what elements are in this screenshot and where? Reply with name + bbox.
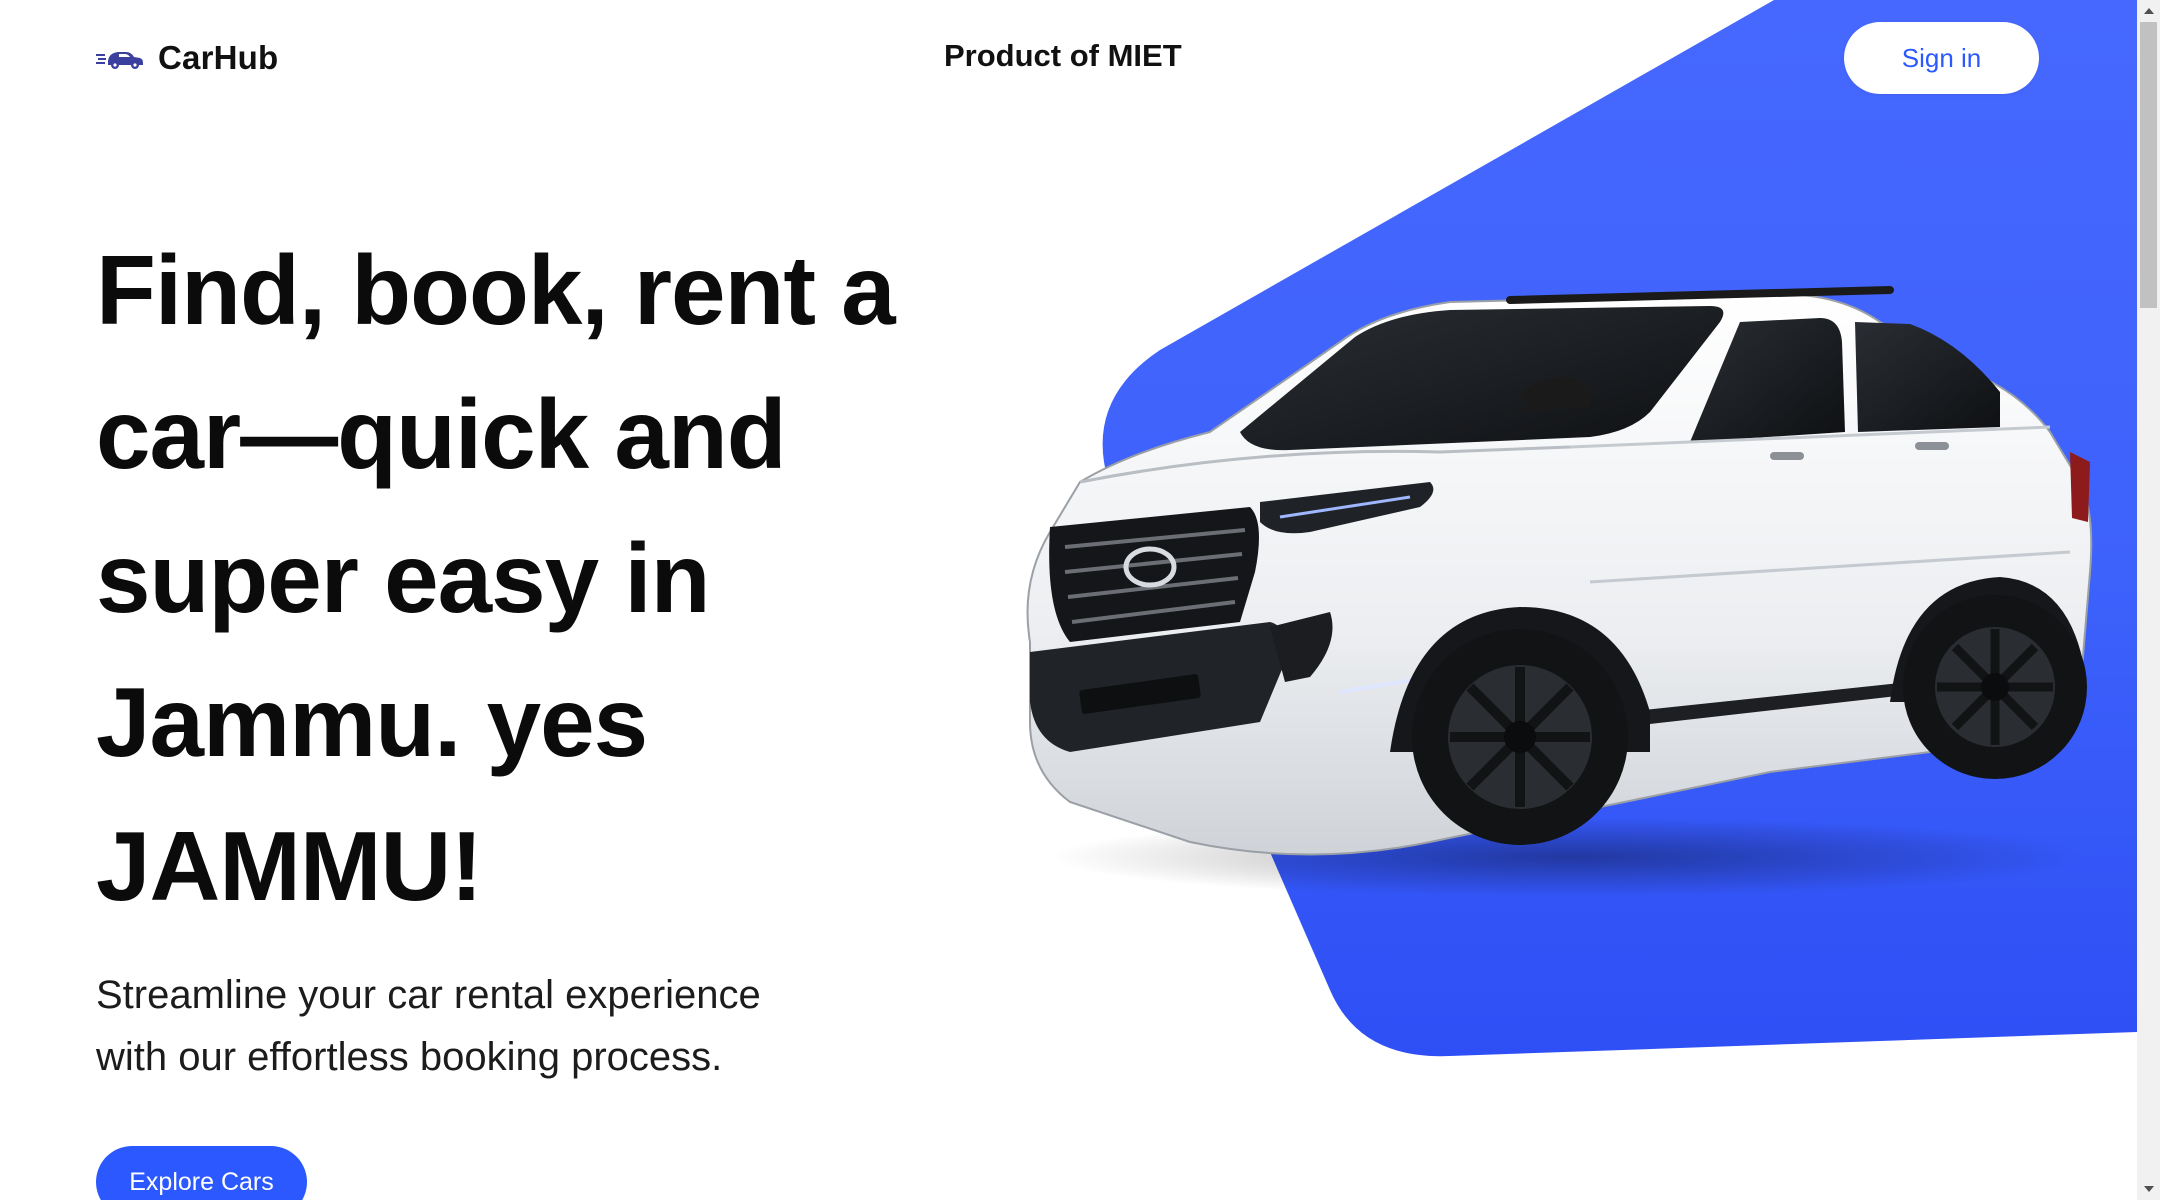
hero-subtitle: Streamline your car rental experience wi… [96, 973, 761, 1079]
header-tagline: Product of MIET [944, 38, 1182, 73]
car-speed-icon [96, 52, 143, 69]
explore-cars-button[interactable]: Explore Cars [96, 1146, 307, 1200]
logo-text: CarHub [158, 39, 279, 76]
vertical-scrollbar[interactable] [2137, 0, 2160, 1200]
hero-title: Find, book, rent a car—quick and super e… [96, 235, 896, 921]
scrollbar-thumb[interactable] [2140, 22, 2157, 308]
scroll-down-arrow-icon[interactable] [2137, 1178, 2160, 1200]
landing-page: CarHub Product of MIET Sign in Find, boo… [0, 0, 2160, 1200]
logo[interactable]: CarHub [96, 36, 278, 80]
scroll-up-arrow-icon[interactable] [2137, 0, 2160, 22]
hero-car-image [1026, 286, 2093, 897]
sign-in-button[interactable]: Sign in [1844, 22, 2039, 94]
